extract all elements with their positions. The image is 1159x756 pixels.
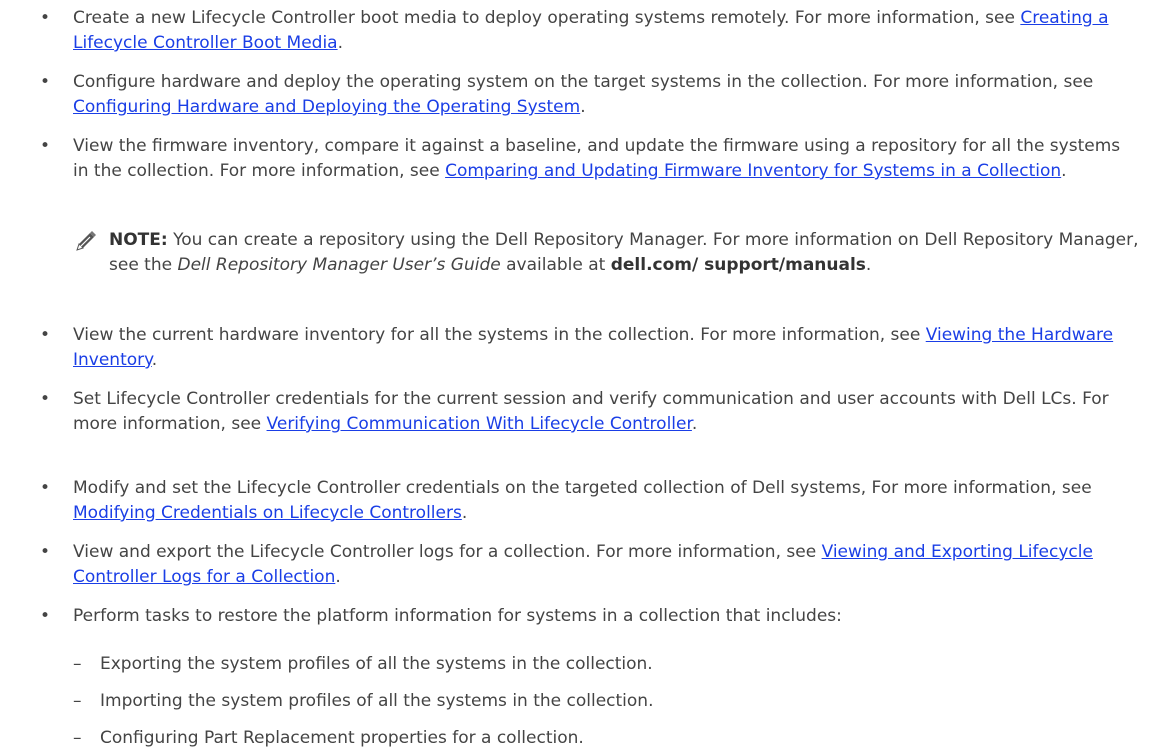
dash-marker: – <box>73 691 82 711</box>
sub-list-item-text: Exporting the system profiles of all the… <box>100 654 653 674</box>
bullet-marker: • <box>40 542 51 562</box>
sub-list-item-text: Importing the system profiles of all the… <box>100 691 654 711</box>
sub-list-item: – Importing the system profiles of all t… <box>73 689 1123 714</box>
list-item-text: View and export the Lifecycle Controller… <box>73 542 1093 587</box>
bullet-marker: • <box>40 389 51 409</box>
list-item-text: Perform tasks to restore the platform in… <box>73 606 842 626</box>
bullet-marker: • <box>40 325 51 345</box>
link-verifying-communication[interactable]: Verifying Communication With Lifecycle C… <box>267 414 692 434</box>
sub-list-item: – Configuring Part Replacement propertie… <box>73 726 1123 751</box>
sub-list-item: – Exporting the system profiles of all t… <box>73 652 1123 677</box>
bullet-marker: • <box>40 136 51 156</box>
list-item: • Configure hardware and deploy the oper… <box>40 70 1140 120</box>
link-configuring-hardware[interactable]: Configuring Hardware and Deploying the O… <box>73 97 580 117</box>
list-item: • View the firmware inventory, compare i… <box>40 134 1140 184</box>
list-item: • Create a new Lifecycle Controller boot… <box>40 6 1140 56</box>
list-item-text: Configure hardware and deploy the operat… <box>73 72 1094 117</box>
dash-marker: – <box>73 728 82 748</box>
list-item-text: Modify and set the Lifecycle Controller … <box>73 478 1092 523</box>
note-text: NOTE: You can create a repository using … <box>109 230 1139 275</box>
note-block: NOTE: You can create a repository using … <box>73 228 1143 278</box>
list-item-text: View the firmware inventory, compare it … <box>73 136 1121 181</box>
list-item: • Set Lifecycle Controller credentials f… <box>40 387 1140 437</box>
dash-marker: – <box>73 654 82 674</box>
note-label: NOTE: <box>109 230 168 250</box>
list-item: • Modify and set the Lifecycle Controlle… <box>40 476 1140 526</box>
bullet-marker: • <box>40 606 51 626</box>
bullet-marker: • <box>40 72 51 92</box>
list-item: • View and export the Lifecycle Controll… <box>40 540 1140 590</box>
user-guide-title: Dell Repository Manager User’s Guide <box>177 255 501 275</box>
link-comparing-firmware[interactable]: Comparing and Updating Firmware Inventor… <box>445 161 1061 181</box>
support-url: dell.com/ support/manuals <box>610 255 866 275</box>
list-item: • View the current hardware inventory fo… <box>40 323 1140 373</box>
pencil-note-icon <box>76 231 96 251</box>
bullet-marker: • <box>40 8 51 28</box>
document-page: • Create a new Lifecycle Controller boot… <box>0 0 1159 756</box>
sub-list-item-text: Configuring Part Replacement properties … <box>100 728 584 748</box>
list-item-text: View the current hardware inventory for … <box>73 325 1114 370</box>
link-modifying-credentials[interactable]: Modifying Credentials on Lifecycle Contr… <box>73 503 462 523</box>
list-item-text: Set Lifecycle Controller credentials for… <box>73 389 1109 434</box>
list-item: • Perform tasks to restore the platform … <box>40 604 1140 629</box>
list-item-text: Create a new Lifecycle Controller boot m… <box>73 8 1109 53</box>
bullet-marker: • <box>40 478 51 498</box>
